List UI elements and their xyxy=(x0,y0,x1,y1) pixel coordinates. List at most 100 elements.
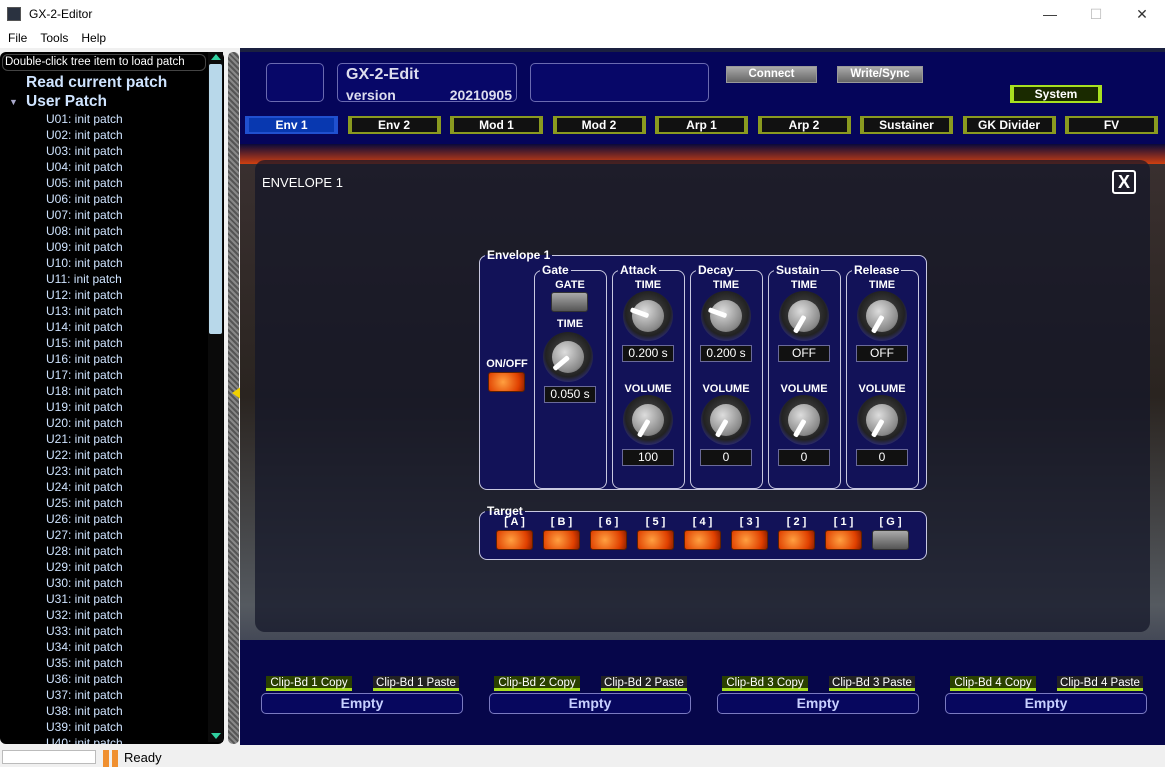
target-toggle[interactable] xyxy=(872,530,909,550)
clipboard-copy-button[interactable]: Clip-Bd 4 Copy xyxy=(950,676,1036,691)
tree-item[interactable]: U23: init patch xyxy=(46,463,123,479)
tree-item[interactable]: U20: init patch xyxy=(46,415,123,431)
tree-item[interactable]: U17: init patch xyxy=(46,367,123,383)
tree-item[interactable]: U15: init patch xyxy=(46,335,123,351)
stage-title: Sustain xyxy=(776,263,820,277)
tree-item[interactable]: U37: init patch xyxy=(46,687,123,703)
connect-button[interactable]: Connect xyxy=(726,66,817,83)
tree-item[interactable]: U26: init patch xyxy=(46,511,123,527)
tab-gk-divider[interactable]: GK Divider xyxy=(962,116,1056,134)
volume-label: VOLUME xyxy=(858,383,906,395)
onoff-toggle[interactable] xyxy=(488,372,525,392)
menu-tools[interactable]: Tools xyxy=(32,31,73,45)
gate-toggle[interactable] xyxy=(551,292,588,312)
minimize-button[interactable]: — xyxy=(1027,0,1073,28)
close-panel-button[interactable]: X xyxy=(1112,170,1136,194)
system-button[interactable]: System xyxy=(1010,85,1102,103)
expand-arrow-icon[interactable]: ▼ xyxy=(9,97,18,107)
patch-tree[interactable]: Double-click tree item to load patch Rea… xyxy=(0,52,224,744)
tree-item[interactable]: U10: init patch xyxy=(46,255,123,271)
scroll-up-icon[interactable] xyxy=(211,54,221,60)
read-current-patch[interactable]: Read current patch xyxy=(26,74,167,92)
tree-item[interactable]: U18: init patch xyxy=(46,383,123,399)
tree-item[interactable]: U02: init patch xyxy=(46,127,123,143)
tree-item[interactable]: U19: init patch xyxy=(46,399,123,415)
tree-item[interactable]: U11: init patch xyxy=(46,271,123,287)
tree-item[interactable]: U32: init patch xyxy=(46,607,123,623)
tree-item[interactable]: U31: init patch xyxy=(46,591,123,607)
scroll-down-icon[interactable] xyxy=(211,733,221,739)
clipboard-paste-button[interactable]: Clip-Bd 2 Paste xyxy=(601,676,687,691)
tree-item[interactable]: U14: init patch xyxy=(46,319,123,335)
volume-knob[interactable] xyxy=(779,395,829,445)
tree-item[interactable]: U04: init patch xyxy=(46,159,123,175)
volume-knob[interactable] xyxy=(857,395,907,445)
scroll-thumb[interactable] xyxy=(209,64,222,334)
tree-item[interactable]: U29: init patch xyxy=(46,559,123,575)
tree-item[interactable]: U01: init patch xyxy=(46,111,123,127)
time-knob[interactable] xyxy=(701,291,751,341)
tree-item[interactable]: U27: init patch xyxy=(46,527,123,543)
volume-knob[interactable] xyxy=(701,395,751,445)
tab-fv[interactable]: FV xyxy=(1065,116,1158,134)
tree-item[interactable]: U34: init patch xyxy=(46,639,123,655)
tree-item[interactable]: U21: init patch xyxy=(46,431,123,447)
target-toggle[interactable] xyxy=(637,530,674,550)
tab-mod-1[interactable]: Mod 1 xyxy=(450,116,543,134)
tree-item[interactable]: U30: init patch xyxy=(46,575,123,591)
user-patch-node[interactable]: User Patch xyxy=(26,93,107,111)
time-knob[interactable] xyxy=(779,291,829,341)
display-box-right xyxy=(530,63,709,102)
menu-help[interactable]: Help xyxy=(73,31,111,45)
target-toggle[interactable] xyxy=(590,530,627,550)
clipboard-copy-button[interactable]: Clip-Bd 3 Copy xyxy=(722,676,808,691)
time-knob[interactable] xyxy=(623,291,673,341)
tree-item[interactable]: U06: init patch xyxy=(46,191,123,207)
tree-item[interactable]: U03: init patch xyxy=(46,143,123,159)
close-window-button[interactable]: ✕ xyxy=(1119,0,1165,28)
clipboard-paste-button[interactable]: Clip-Bd 1 Paste xyxy=(373,676,459,691)
tree-item[interactable]: U39: init patch xyxy=(46,719,123,735)
tab-arp-2[interactable]: Arp 2 xyxy=(757,116,851,134)
tree-item[interactable]: U12: init patch xyxy=(46,287,123,303)
menu-file[interactable]: File xyxy=(0,31,32,45)
volume-knob[interactable] xyxy=(623,395,673,445)
tree-item[interactable]: U13: init patch xyxy=(46,303,123,319)
clipboard-paste-button[interactable]: Clip-Bd 4 Paste xyxy=(1057,676,1143,691)
target-toggle[interactable] xyxy=(496,530,533,550)
clipboard-copy-button[interactable]: Clip-Bd 2 Copy xyxy=(494,676,580,691)
maximize-button[interactable]: ☐ xyxy=(1073,0,1119,28)
tree-item[interactable]: U33: init patch xyxy=(46,623,123,639)
tree-scrollbar[interactable] xyxy=(208,52,223,742)
tree-item[interactable]: U09: init patch xyxy=(46,239,123,255)
tree-item[interactable]: U08: init patch xyxy=(46,223,123,239)
clipboard-copy-button[interactable]: Clip-Bd 1 Copy xyxy=(266,676,352,691)
tree-item[interactable]: U25: init patch xyxy=(46,495,123,511)
target-toggle[interactable] xyxy=(731,530,768,550)
app-icon xyxy=(7,7,21,21)
write-sync-button[interactable]: Write/Sync xyxy=(837,66,923,83)
time-knob[interactable] xyxy=(857,291,907,341)
tab-env-1[interactable]: Env 1 xyxy=(245,116,338,134)
tab-sustainer[interactable]: Sustainer xyxy=(860,116,953,134)
target-toggle[interactable] xyxy=(543,530,580,550)
tree-item[interactable]: U22: init patch xyxy=(46,447,123,463)
target-toggle[interactable] xyxy=(684,530,721,550)
tab-arp-1[interactable]: Arp 1 xyxy=(655,116,748,134)
target-toggle[interactable] xyxy=(778,530,815,550)
tab-mod-2[interactable]: Mod 2 xyxy=(552,116,646,134)
gate-time-knob[interactable] xyxy=(543,332,593,382)
tree-item[interactable]: U28: init patch xyxy=(46,543,123,559)
tree-item[interactable]: U05: init patch xyxy=(46,175,123,191)
volume-label: VOLUME xyxy=(624,383,672,395)
tree-item[interactable]: U38: init patch xyxy=(46,703,123,719)
tree-item[interactable]: U07: init patch xyxy=(46,207,123,223)
tree-item[interactable]: U16: init patch xyxy=(46,351,123,367)
tree-item[interactable]: U40: init patch xyxy=(46,735,123,744)
target-toggle[interactable] xyxy=(825,530,862,550)
tree-item[interactable]: U35: init patch xyxy=(46,655,123,671)
tree-item[interactable]: U24: init patch xyxy=(46,479,123,495)
tab-env-2[interactable]: Env 2 xyxy=(347,116,441,134)
tree-item[interactable]: U36: init patch xyxy=(46,671,123,687)
clipboard-paste-button[interactable]: Clip-Bd 3 Paste xyxy=(829,676,915,691)
